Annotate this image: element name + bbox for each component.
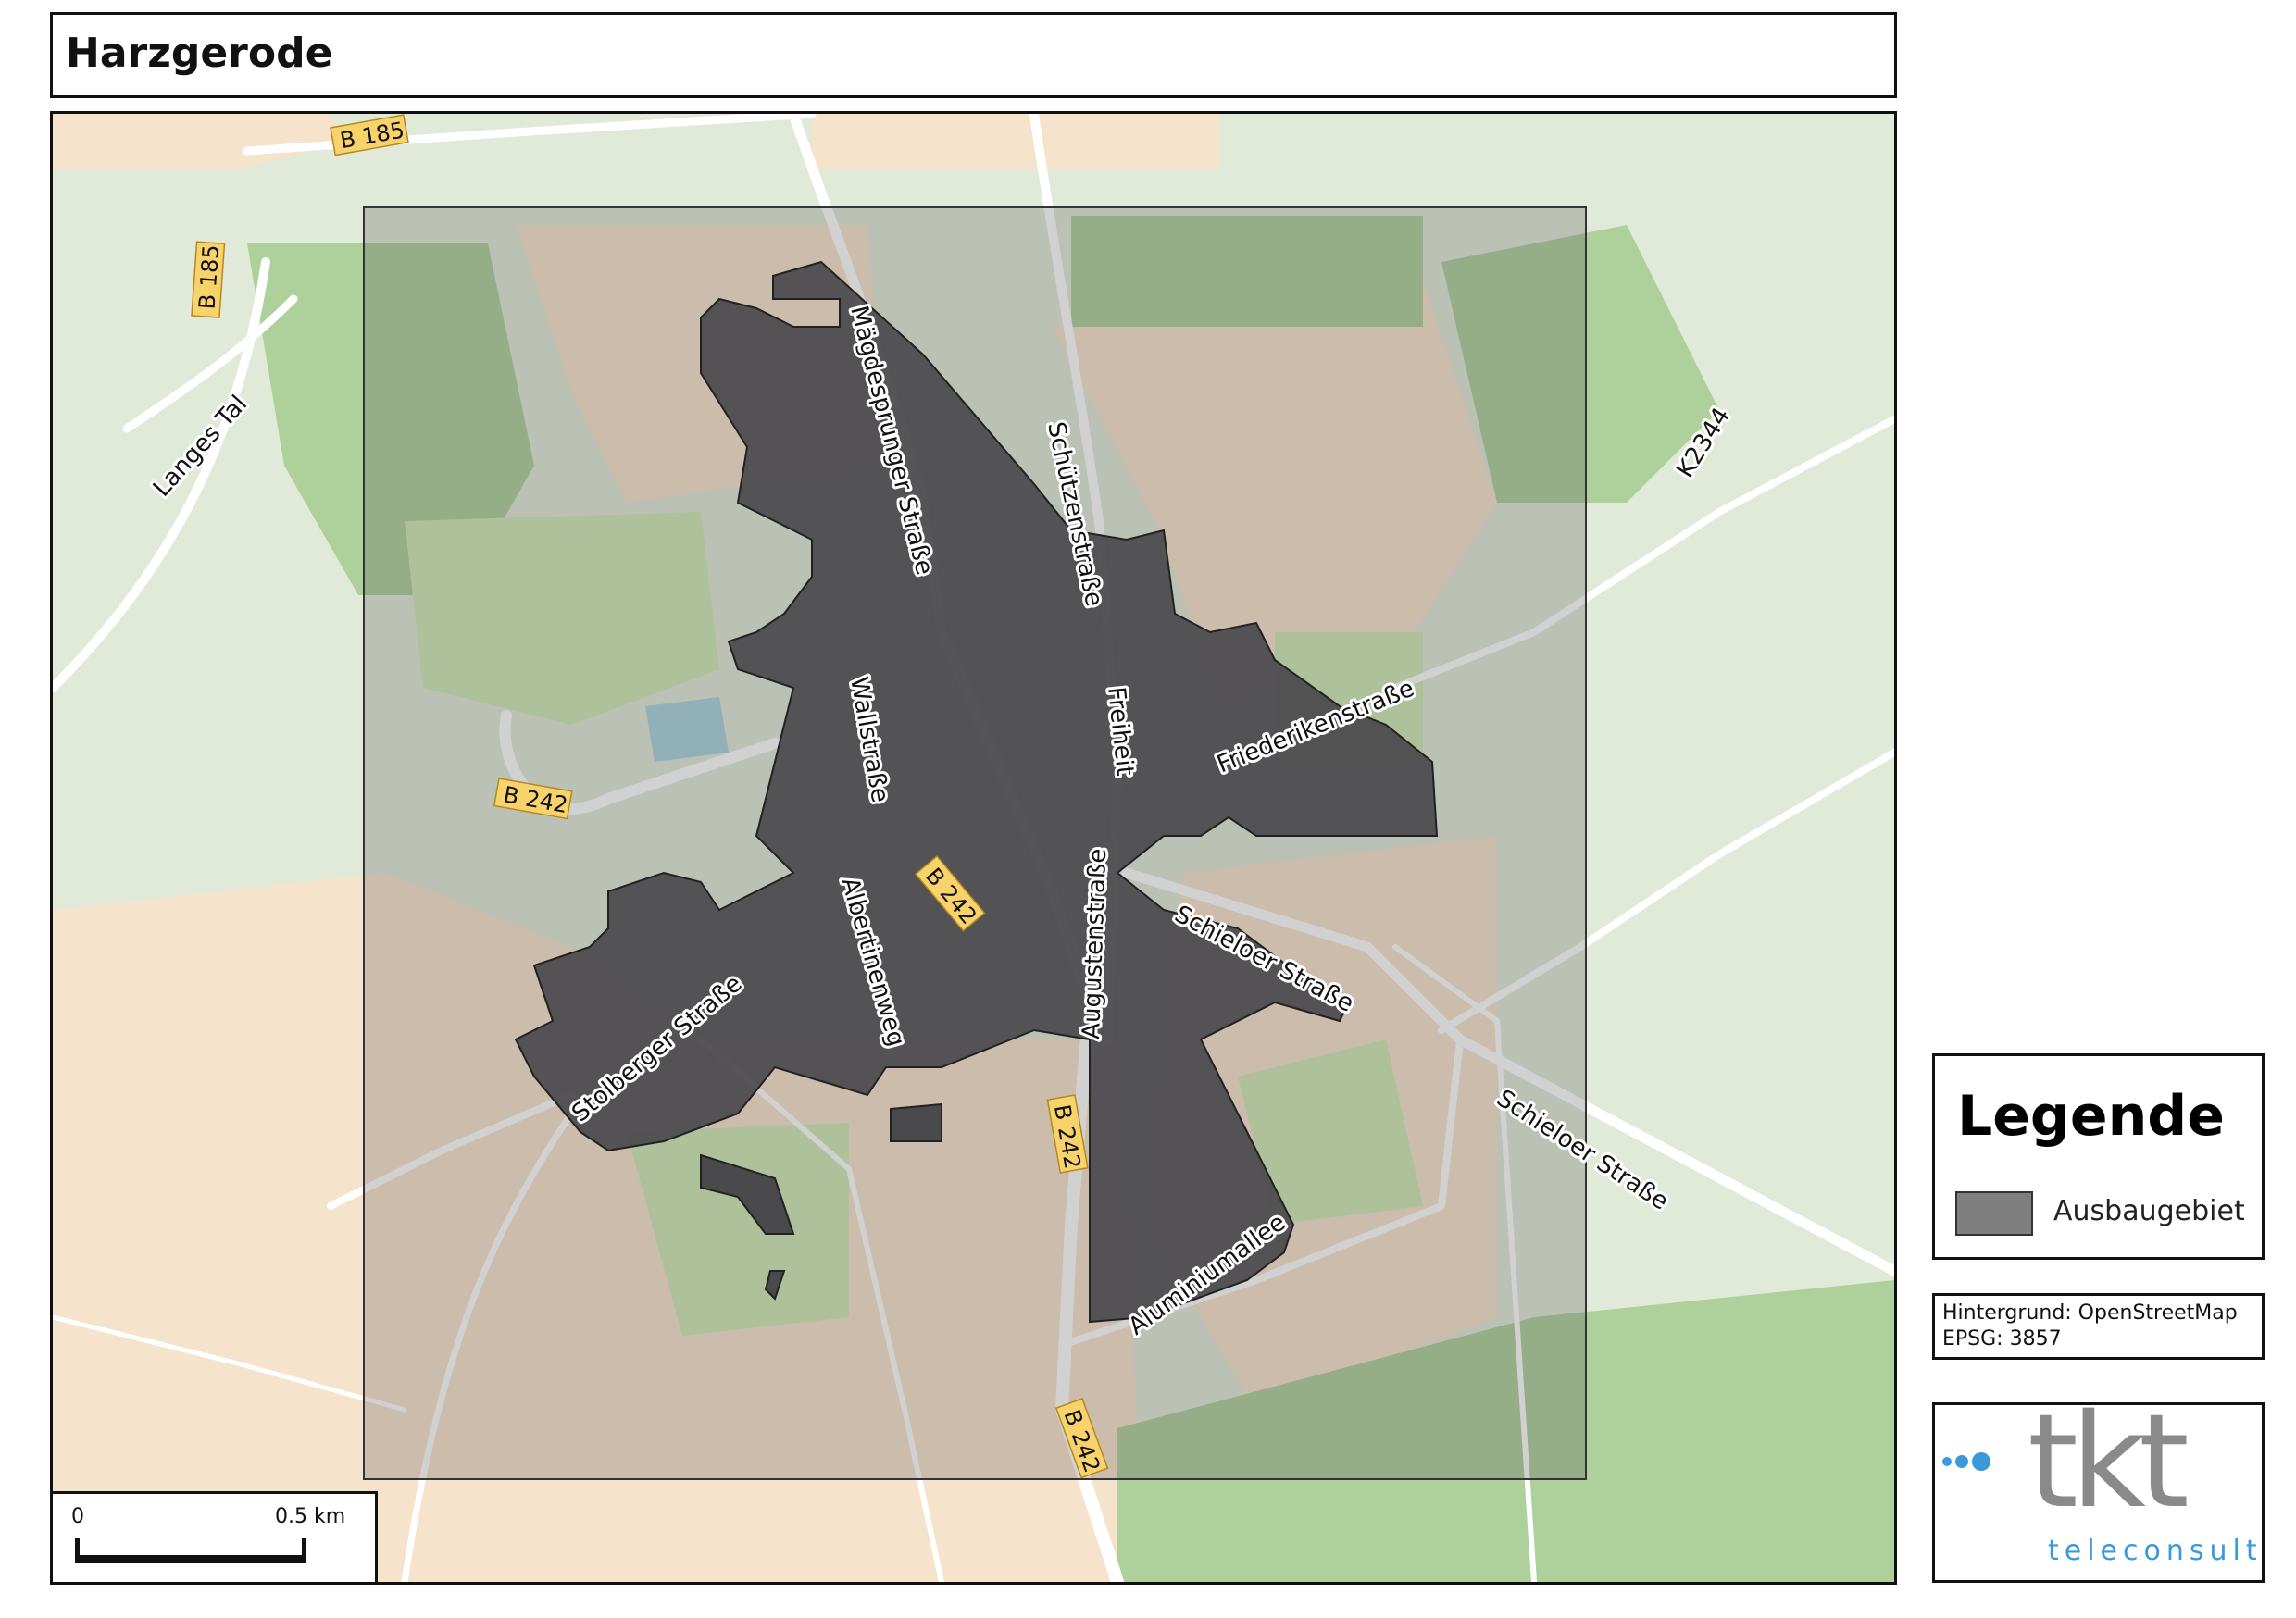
svg-text:B 185: B 185 [194,243,225,310]
farmland-area [812,114,1219,169]
legend-box: Legende Ausbaugebiet [1932,1053,2265,1260]
logo-dots-icon [1942,1451,1994,1471]
logo-subtext: teleconsult [2048,1535,2263,1567]
legend-swatch-ausbaugebiet [1955,1191,2033,1236]
legend-title: Legende [1957,1084,2225,1149]
scale-bar-box: 0 0.5 km [53,1491,378,1582]
shield-b185-left: B 185 [191,241,226,318]
scale-bar [75,1555,306,1563]
map-title: Harzgerode [66,30,333,77]
scale-tick-right [302,1538,306,1563]
title-box: Harzgerode [50,12,1897,98]
map-canvas[interactable]: Langes Tal Mägdesprunger Straße Schützen… [53,114,1894,1582]
source-box: Hintergrund: OpenStreetMap EPSG: 3857 [1932,1293,2265,1360]
ausbaugebiet-area [890,1102,942,1142]
source-epsg: EPSG: 3857 [1942,1327,2062,1350]
scale-start-label: 0 [71,1505,84,1528]
logo-box: tkt teleconsult [1932,1398,2265,1583]
logo-tkt: tkt [2028,1387,2190,1537]
source-background: Hintergrund: OpenStreetMap [1942,1301,2238,1325]
legend-label-ausbaugebiet: Ausbaugebiet [2053,1195,2245,1227]
map-frame[interactable]: Langes Tal Mägdesprunger Straße Schützen… [50,111,1897,1585]
scale-end-label: 0.5 km [275,1505,346,1528]
